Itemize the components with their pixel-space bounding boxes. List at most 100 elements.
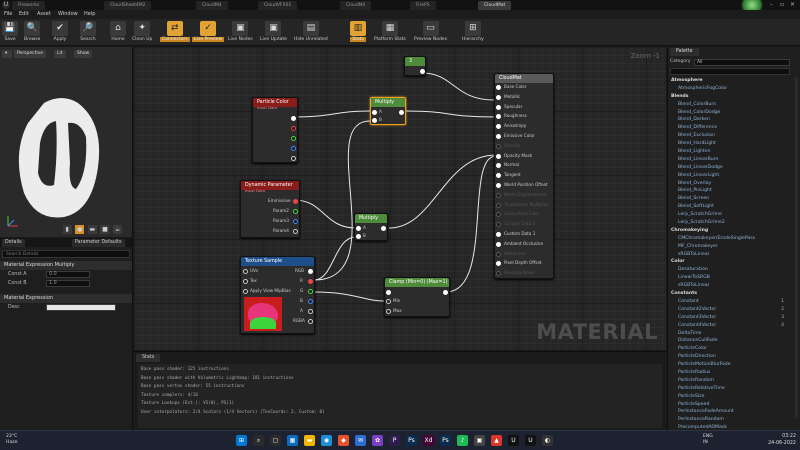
clamp-output-pin[interactable] [443, 290, 448, 295]
palette-item[interactable]: Constant3Vector 3 [670, 314, 788, 322]
multiply-2-b-pin[interactable] [356, 234, 361, 239]
taskbar-app-icon[interactable]: U [508, 435, 519, 446]
window-tab[interactable]: FirePS [410, 1, 436, 10]
texture-g-pin[interactable] [308, 289, 313, 294]
palette-category[interactable]: Chromakeying [670, 227, 788, 235]
menu-window[interactable]: Window [58, 11, 78, 17]
palette-item[interactable]: sRGBToLinear [670, 282, 788, 290]
cloudmat-pin[interactable] [496, 192, 501, 198]
palette-item[interactable]: ParticleColor [670, 345, 788, 353]
texture-b-pin[interactable] [308, 299, 313, 304]
constant-3-node[interactable]: 3 [404, 56, 426, 76]
palette-category[interactable]: Blends [670, 93, 788, 101]
details-search-input[interactable]: Search Details [2, 250, 130, 258]
desc-field[interactable] [46, 304, 116, 311]
texture-tex-pin[interactable] [243, 279, 248, 284]
taskbar-app-icon[interactable]: U [525, 435, 536, 446]
dynamic-param-emmissive-pin[interactable] [293, 199, 298, 204]
cloudmat-pin[interactable] [496, 232, 501, 237]
palette-item[interactable]: Constant4Vector 4 [670, 322, 788, 330]
palette-item[interactable]: Blend_Overlay [670, 180, 788, 188]
palette-item[interactable]: ParticleSpeed [670, 401, 788, 409]
texture-rgb-pin[interactable] [308, 269, 313, 274]
palette-item[interactable]: Blend_LinearDodge [670, 164, 788, 172]
menu-help[interactable]: Help [84, 11, 95, 17]
palette-item[interactable]: ParticleMotionBlurFade [670, 361, 788, 369]
taskbar-app-icon[interactable]: ⌕ [253, 435, 264, 446]
particle-color-r-pin[interactable] [291, 126, 296, 131]
cloudmat-result-node[interactable]: CloudMat Base Color Metallic Specular Rough… [494, 73, 554, 279]
palette-category[interactable]: Atmosphere [670, 77, 788, 85]
palette-item[interactable]: Blend_Screen [670, 195, 788, 203]
viewport-menu-icon[interactable]: ▾ [2, 50, 12, 58]
window-tab[interactable]: CloudMat [478, 1, 512, 10]
particle-color-node[interactable]: Particle Color Input Data [252, 97, 298, 163]
palette-search-input[interactable] [670, 68, 790, 75]
taskbar-app-icon[interactable]: Ps [406, 435, 417, 446]
multiply-node-2[interactable]: Multiply A B [354, 213, 388, 241]
close-icon[interactable]: ✕ [790, 0, 795, 9]
cloudmat-pin[interactable] [496, 251, 501, 257]
palette-item[interactable]: Blend_ColorBurn [670, 101, 788, 109]
search-button[interactable]: 🔎 Search [80, 20, 96, 45]
palette-item[interactable]: ParticleDirection [670, 353, 788, 361]
taskbar-app-icon[interactable]: ▬ [304, 435, 315, 446]
window-tab[interactable]: CloudSheet4M2 [104, 1, 152, 10]
tab-stats[interactable]: Stats [136, 354, 161, 362]
palette-item[interactable]: Blend_SoftLight [670, 203, 788, 211]
weather-widget[interactable]: 23°C Haze [6, 434, 18, 446]
palette-item[interactable]: PerInstanceFadeAmount [670, 408, 788, 416]
palette-item[interactable]: DistanceCullFade [670, 337, 788, 345]
menu-file[interactable]: File [4, 11, 12, 17]
palette-item[interactable]: Blend_ColorDodge [670, 109, 788, 117]
cloudmat-pin[interactable] [496, 202, 501, 208]
cloudmat-pin[interactable] [496, 94, 501, 100]
window-tab[interactable]: CloudM4 [196, 1, 228, 10]
const-a-field[interactable]: 0.0 [46, 271, 90, 278]
texture-rgba-pin[interactable] [308, 319, 313, 324]
preview-nodes-button[interactable]: ▭ Preview Nodes [414, 20, 447, 45]
palette-item[interactable]: MF_Chromakeyer [670, 243, 788, 251]
dynamic-parameter-node[interactable]: Dynamic Parameter Input Data Emmissive P… [240, 180, 300, 238]
save-button[interactable]: 💾 Save [2, 20, 18, 45]
palette-item[interactable]: Desaturation [670, 266, 788, 274]
texture-uvs-pin[interactable] [243, 269, 248, 274]
dynamic-param-param2-pin[interactable] [293, 209, 298, 214]
multiply-1-b-pin[interactable] [372, 118, 377, 123]
browse-button[interactable]: 🔍 Browse [24, 20, 40, 45]
language-indicator[interactable]: ENG IN [703, 434, 713, 446]
cloudmat-pin[interactable] [496, 222, 501, 228]
constant-3-output-pin[interactable] [420, 69, 425, 74]
taskbar-app-icon[interactable]: ✿ [372, 435, 383, 446]
palette-item[interactable]: Blend_PinLight [670, 187, 788, 195]
tab-parameter-defaults[interactable]: Parameter Defaults [72, 239, 125, 247]
stats-button[interactable]: ▥ Stats [350, 20, 366, 45]
multiply-1-a-pin[interactable] [372, 110, 377, 115]
teapot-icon[interactable]: ☕ [113, 225, 122, 234]
cloudmat-pin[interactable] [496, 85, 501, 90]
taskbar-app-icon[interactable]: Xd [423, 435, 434, 446]
hide-unrelated-button[interactable]: ▤ Hide Unrelated [294, 20, 328, 45]
sphere-icon[interactable]: ● [75, 225, 85, 234]
cloudmat-pin[interactable] [496, 173, 501, 179]
cloudmat-pin[interactable] [496, 163, 501, 169]
multiply-2-a-pin[interactable] [356, 226, 361, 231]
cloudmat-pin[interactable] [496, 124, 501, 130]
palette-item[interactable]: Blend_LinearLight [670, 172, 788, 180]
clamp-node[interactable]: Clamp (Min=0) (Max=1) Min Max [384, 277, 450, 317]
clean-up-button[interactable]: ✦ Clean Up [132, 20, 152, 45]
hierarchy-button[interactable]: ⊞ Hierarchy [462, 20, 484, 45]
menu-edit[interactable]: Edit [19, 11, 29, 17]
section-material-expression[interactable]: Material Expression [0, 294, 132, 303]
apply-button[interactable]: ✔ Apply [52, 20, 68, 45]
palette-item[interactable]: Blend_Lighten [670, 148, 788, 156]
cube-icon[interactable]: ■ [100, 225, 110, 234]
unreal-logo-icon[interactable]: U [2, 1, 10, 9]
cloudmat-pin[interactable] [496, 134, 501, 139]
live-preview-button[interactable]: ✓ Live Preview [192, 20, 225, 45]
platform-stats-button[interactable]: ▦ Platform Stats [374, 20, 406, 45]
palette-item[interactable]: Blend_HardLight [670, 140, 788, 148]
multiply-2-output-pin[interactable] [381, 226, 386, 231]
palette-item[interactable]: DeltaTime [670, 330, 788, 338]
taskbar-app-icon[interactable]: ⊞ [236, 435, 247, 446]
